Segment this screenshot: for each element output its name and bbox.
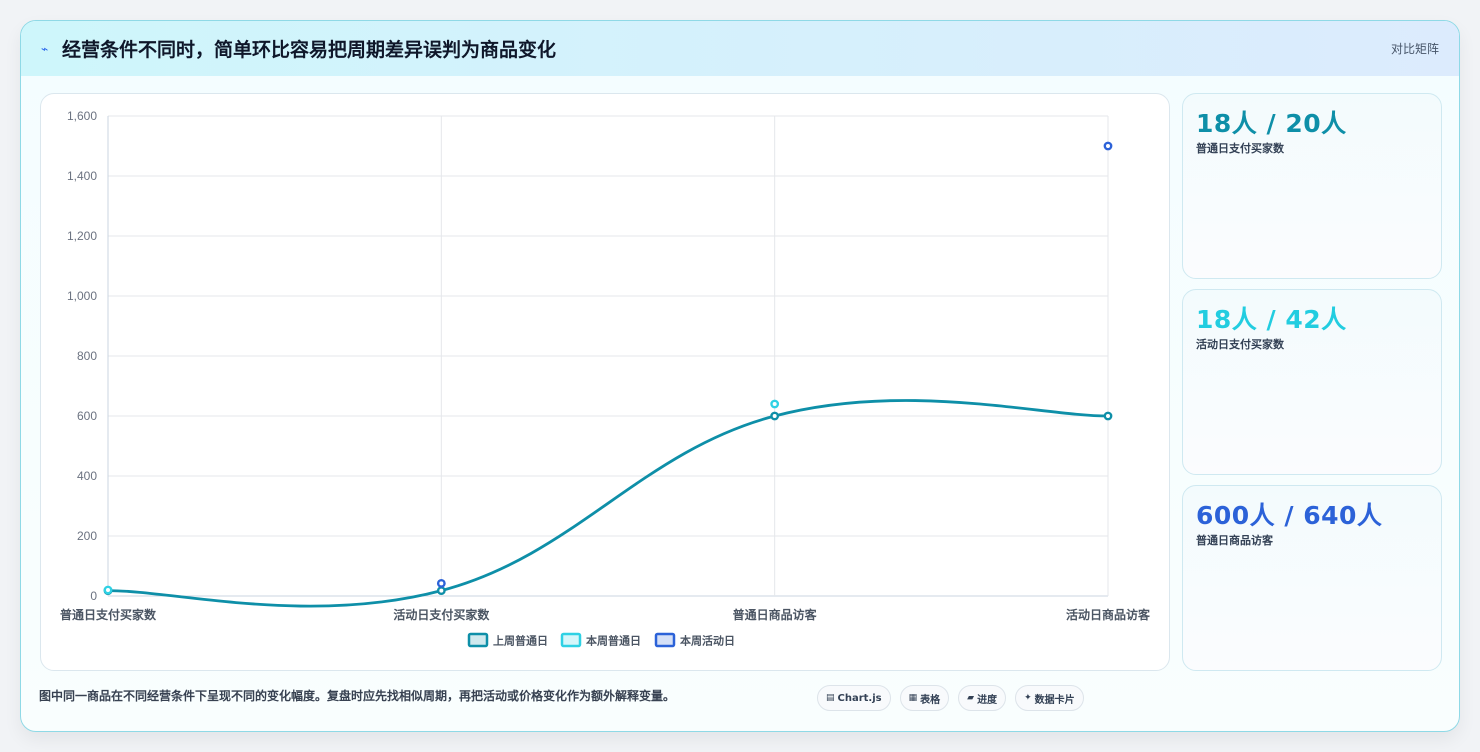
chart-card: ⌁ 经营条件不同时，简单环比容易把周期差异误判为商品变化 对比矩阵 0 200 40…: [20, 20, 1460, 732]
legend-label: 本周普通日: [586, 634, 641, 648]
chart-panel: 0 200 400 600 800 1,000 1,200 1,400 1,600 普通日支付买家…: [40, 93, 1170, 671]
pill-label: 进度: [977, 694, 998, 706]
pill-label: 数据卡片: [1034, 694, 1075, 706]
y-tick-label: 1,400: [67, 169, 97, 183]
kpi-label: 普通日支付买家数: [1196, 142, 1284, 155]
pill-progress[interactable]: ▰ 进度: [958, 685, 1007, 711]
legend-swatch: [654, 632, 676, 648]
data-point-0: [436, 586, 446, 595]
y-tick-label: 0: [90, 589, 97, 603]
table-icon: ▦: [908, 693, 918, 703]
data-point-2: [1103, 141, 1113, 151]
data-point-1: [770, 399, 780, 409]
series-line-0: [107, 399, 1109, 608]
pill-table[interactable]: ▦ 表格: [899, 685, 950, 711]
chart-icon: ▤: [826, 693, 835, 703]
tech-pills: ▤ Chart.js ▦ 表格 ▰ 进度 ✦ 数据卡片: [817, 685, 1084, 711]
data-point-2: [436, 578, 446, 588]
kpi-label: 普通日商品访客: [1196, 534, 1273, 547]
y-tick-label: 1,000: [67, 289, 97, 303]
kpi-value: 18人 / 42人: [1196, 305, 1347, 334]
x-tick-label: 普通日商品访客: [733, 607, 818, 622]
kpi-value: 600人 / 640人: [1196, 501, 1383, 530]
y-tick-label: 200: [77, 529, 97, 543]
kpi-label: 活动日支付买家数: [1196, 338, 1284, 351]
page-title: 经营条件不同时，简单环比容易把周期差异误判为商品变化: [62, 39, 557, 61]
trend-line-icon: ⌁: [41, 41, 49, 56]
kpi-card-1: 18人 / 20人 普通日支付买家数: [1182, 93, 1442, 279]
comparison-matrix-tag[interactable]: 对比矩阵: [1391, 40, 1439, 57]
data-point-0: [1103, 411, 1113, 421]
progress-icon: ▰: [967, 693, 975, 703]
data-card-icon: ✦: [1024, 693, 1032, 703]
pill-label: 表格: [920, 694, 941, 706]
y-tick-label: 1,200: [67, 229, 97, 243]
pill-data-card[interactable]: ✦ 数据卡片: [1015, 685, 1084, 711]
kpi-value: 18人 / 20人: [1196, 109, 1347, 138]
y-tick-label: 800: [77, 349, 97, 363]
y-tick-label: 1,600: [67, 109, 97, 123]
card-header: ⌁ 经营条件不同时，简单环比容易把周期差异误判为商品变化 对比矩阵: [21, 21, 1459, 76]
pill-chartjs[interactable]: ▤ Chart.js: [817, 685, 891, 711]
data-point-0: [770, 411, 780, 421]
legend-label: 上周普通日: [493, 634, 548, 648]
pill-label: Chart.js: [837, 692, 882, 704]
legend-swatch: [467, 632, 489, 648]
y-tick-label: 600: [77, 409, 97, 423]
legend-label: 本周活动日: [680, 634, 735, 648]
footer-note: 图中同一商品在不同经营条件下呈现不同的变化幅度。复盘时应先找相似周期，再把活动或…: [39, 689, 676, 703]
y-tick-label: 400: [77, 469, 97, 483]
data-point-1: [103, 585, 113, 595]
line-chart: 0 200 400 600 800 1,000 1,200 1,400 1,600 普通日支付买家…: [60, 109, 1151, 648]
kpi-card-2: 18人 / 42人 活动日支付买家数: [1182, 289, 1442, 475]
x-tick-label: 活动日商品访客: [1066, 607, 1151, 622]
kpi-card-3: 600人 / 640人 普通日商品访客: [1182, 485, 1442, 671]
x-tick-label: 普通日支付买家数: [60, 607, 157, 622]
x-tick-label: 活动日支付买家数: [393, 607, 490, 622]
legend-swatch: [560, 632, 582, 648]
